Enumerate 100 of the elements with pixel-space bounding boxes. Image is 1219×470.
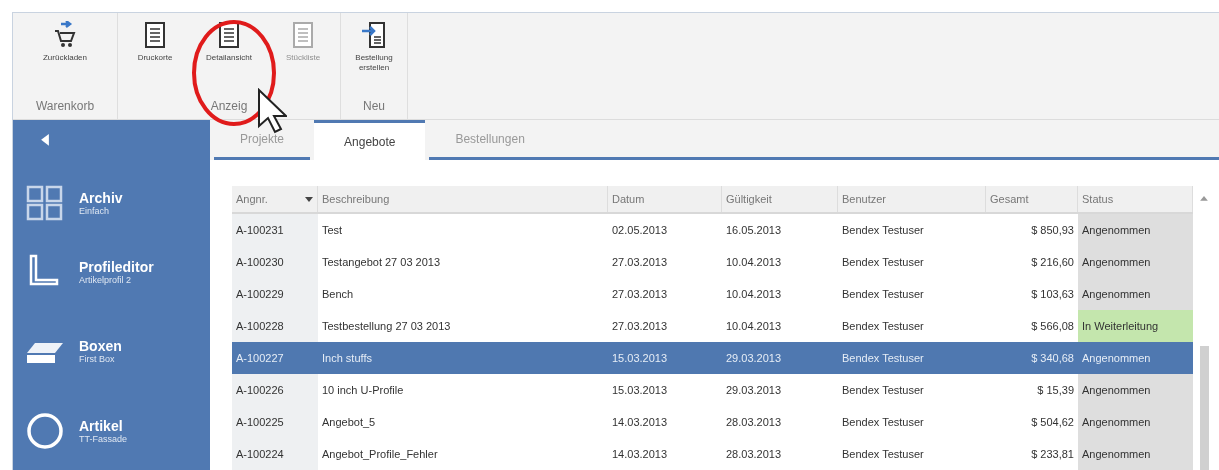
table-cell: A-100224 xyxy=(232,438,318,470)
table-cell: Angenommen xyxy=(1078,278,1193,310)
tab[interactable]: Angebote xyxy=(314,120,426,160)
table-cell-text: 15.03.2013 xyxy=(611,383,669,398)
table-cell-text: 10.04.2013 xyxy=(725,287,783,302)
ribbon-button[interactable]: Bestellung erstellen xyxy=(341,19,407,99)
table-cell-text: Angenommen xyxy=(1081,351,1152,366)
table-cell: Angenommen xyxy=(1078,406,1193,438)
table-row[interactable]: A-100226 10 inch U-Profile 15.03.2013 29.03.2013 Bendex Testuser $ 15,39 Angenommen xyxy=(232,374,1193,406)
table-cell-text: Testangebot 27 03 2013 xyxy=(321,255,442,270)
table-cell-text: Bendex Testuser xyxy=(841,415,925,430)
sidebar-item-title: Archiv xyxy=(79,189,123,206)
table-cell-text: 10 inch U-Profile xyxy=(321,383,405,398)
sidebar-item-subtitle: Artikelprofil 2 xyxy=(79,274,133,285)
table-cell-text: 15.03.2013 xyxy=(611,351,669,366)
collapse-arrow-icon[interactable] xyxy=(41,134,49,146)
table-cell-text: 10.04.2013 xyxy=(725,319,783,334)
column-header[interactable]: Angnr. xyxy=(232,186,318,212)
table-cell-text: Bench xyxy=(321,287,355,302)
table-cell-text: 14.03.2013 xyxy=(611,447,669,462)
table-cell-text: $ 103,63 xyxy=(1030,287,1075,302)
cart-icon xyxy=(53,21,77,49)
table-cell: In Weiterleitung xyxy=(1078,310,1193,342)
document-list-icon xyxy=(143,21,167,49)
table-cell-text: Bendex Testuser xyxy=(841,319,925,334)
table-cell-text: Angebot_5 xyxy=(321,415,377,430)
column-header[interactable]: Status xyxy=(1078,186,1193,212)
table-cell-text: 29.03.2013 xyxy=(725,351,783,366)
table-cell-text: 10.04.2013 xyxy=(725,255,783,270)
scrollbar-thumb[interactable] xyxy=(1199,345,1209,470)
sidebar-item-subtitle: TT-Fassade xyxy=(79,434,127,445)
table-cell-text: $ 340,68 xyxy=(1030,351,1075,366)
table-cell-text: Testbestellung 27 03 2013 xyxy=(321,319,452,334)
column-header[interactable]: Gültigkeit xyxy=(722,186,838,212)
table-cell-text: 27.03.2013 xyxy=(611,287,669,302)
table-row[interactable]: A-100230 Testangebot 27 03 2013 27.03.2013 10.04.2013 Bendex Testuser $ 216,60 Angenommen xyxy=(232,246,1193,278)
table-cell-text: Bendex Testuser xyxy=(841,351,925,366)
ribbon-group-label: Anzeig xyxy=(209,99,249,115)
table-cell-text: 27.03.2013 xyxy=(611,255,669,270)
table-cell-text: Inch stuffs xyxy=(321,351,373,366)
table-cell: Angenommen xyxy=(1078,246,1193,278)
sidebar-item-title: Artikel xyxy=(79,418,124,435)
table-cell: A-100228 xyxy=(232,310,318,342)
table-row[interactable]: A-100224 Angebot_Profile_Fehler 14.03.2013 28.03.2013 Bendex Testuser $ 233,81 Angenommen xyxy=(232,438,1193,470)
table-cell-text: Test xyxy=(321,223,344,238)
sidebar-item-title: Profileditor xyxy=(79,258,154,275)
table-cell-text: Bendex Testuser xyxy=(841,287,925,302)
ribbon-group-label: Neu xyxy=(362,99,386,115)
table-cell-text: Bendex Testuser xyxy=(841,447,925,462)
table-cell: A-100231 xyxy=(232,214,318,246)
table-cell-text: $ 15,39 xyxy=(1036,383,1075,398)
table-cell: Angenommen xyxy=(1078,214,1193,246)
table-row[interactable]: A-100229 Bench 27.03.2013 10.04.2013 Bendex Testuser $ 103,63 Angenommen xyxy=(232,278,1193,310)
ribbon-group-label: Warenkorb xyxy=(34,99,96,115)
sidebar-item[interactable]: Boxen First Box xyxy=(13,311,122,392)
circle-icon xyxy=(25,411,65,452)
sidebar-item[interactable]: Profileditor Artikelprofil 2 xyxy=(13,231,154,312)
sort-arrow-icon xyxy=(305,196,313,202)
table-cell-text: Bendex Testuser xyxy=(841,383,925,398)
document-detail-icon xyxy=(217,21,241,49)
table-row[interactable]: A-100231 Test 02.05.2013 16.05.2013 Bendex Testuser $ 850,93 Angenommen xyxy=(232,214,1193,246)
table-cell-text: $ 504,62 xyxy=(1030,415,1075,430)
table-cell-text: 14.03.2013 xyxy=(611,415,669,430)
table-row[interactable]: A-100228 Testbestellung 27 03 2013 27.03.2013 10.04.2013 Bendex Testuser $ 566,08 In Weiterleitung xyxy=(232,310,1193,342)
table-row[interactable]: A-100227 Inch stuffs 15.03.2013 29.03.2013 Bendex Testuser $ 340,68 Angenommen xyxy=(232,342,1193,374)
table-cell-text: Bendex Testuser xyxy=(841,255,925,270)
column-header[interactable]: Beschreibung xyxy=(318,186,608,212)
table-cell-text: $ 566,08 xyxy=(1030,319,1075,334)
sidebar-item-title: Boxen xyxy=(79,338,122,355)
table-cell: A-100226 xyxy=(232,374,318,406)
table-row[interactable]: A-100225 Angebot_5 14.03.2013 28.03.2013 Bendex Testuser $ 504,62 Angenommen xyxy=(232,406,1193,438)
column-header[interactable]: Datum xyxy=(608,186,722,212)
column-header[interactable]: Gesamt xyxy=(986,186,1078,212)
table-cell-text: A-100227 xyxy=(235,351,285,366)
table-cell-text: Bendex Testuser xyxy=(841,223,925,238)
table-cell: Angenommen xyxy=(1078,374,1193,406)
ribbon-button[interactable]: Zurückladen xyxy=(13,19,117,99)
table-cell: Angenommen xyxy=(1078,438,1193,470)
table-cell-text: $ 850,93 xyxy=(1030,223,1075,238)
sidebar-item[interactable]: Archiv Einfach xyxy=(13,173,123,232)
table-cell-text: 27.03.2013 xyxy=(611,319,669,334)
sidebar-item[interactable]: Artikel TT-Fassade xyxy=(13,391,127,470)
table-cell: A-100225 xyxy=(232,406,318,438)
table-cell-text: 28.03.2013 xyxy=(725,447,783,462)
scroll-up-icon[interactable] xyxy=(1200,196,1208,201)
sidebar-item-subtitle: First Box xyxy=(79,354,116,365)
document-lines-icon xyxy=(291,21,315,49)
table-cell-text: 29.03.2013 xyxy=(725,383,783,398)
table-cell: A-100230 xyxy=(232,246,318,278)
column-header[interactable]: Benutzer xyxy=(838,186,986,212)
table-cell-text: $ 233,81 xyxy=(1030,447,1075,462)
table-cell-text: 16.05.2013 xyxy=(725,223,783,238)
table-cell: A-100229 xyxy=(232,278,318,310)
sidebar-item-subtitle: Einfach xyxy=(79,205,111,216)
document-arrow-icon xyxy=(362,21,386,49)
table-cell-text: $ 216,60 xyxy=(1030,255,1075,270)
table-cell-text: 28.03.2013 xyxy=(725,415,783,430)
table-cell-text: Angebot_Profile_Fehler xyxy=(321,447,439,462)
table-cell-text: 02.05.2013 xyxy=(611,223,669,238)
ribbon-button[interactable]: Druckorte xyxy=(118,19,192,99)
